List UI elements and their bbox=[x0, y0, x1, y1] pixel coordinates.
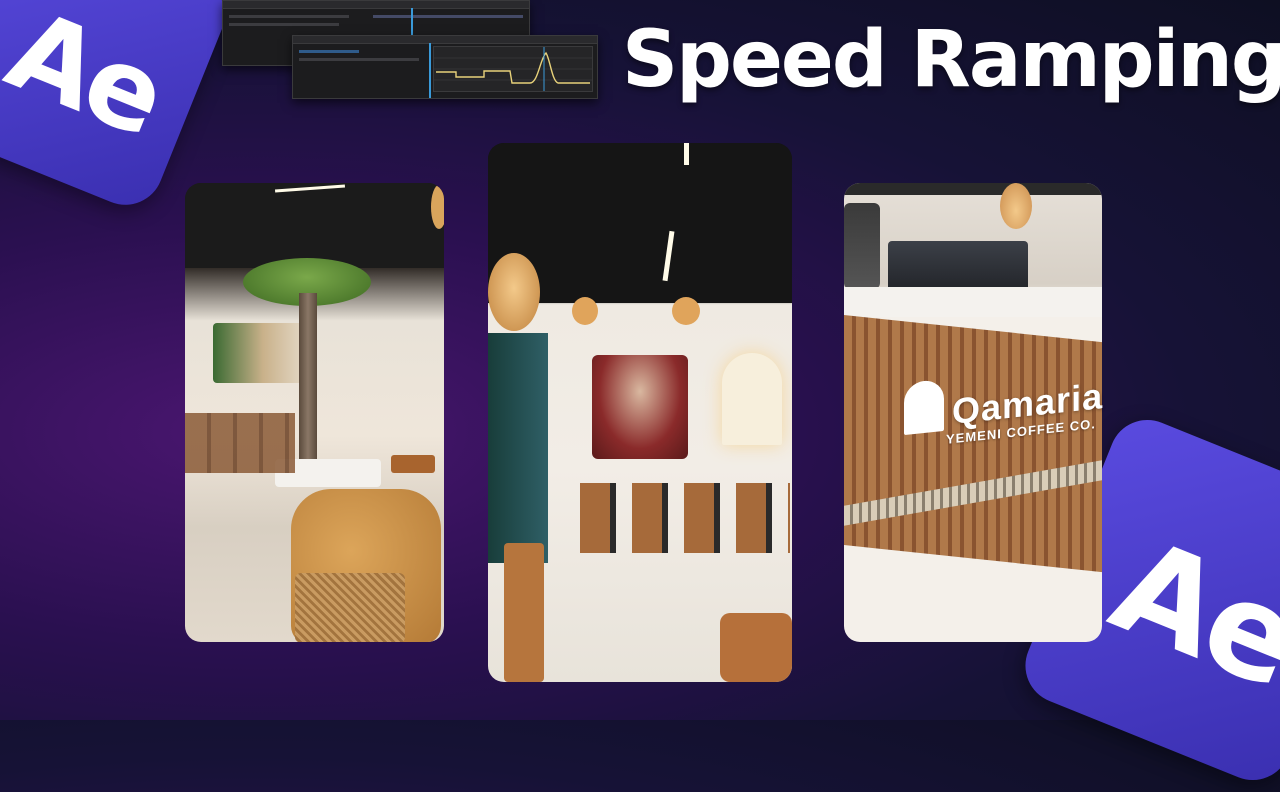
armchair-foreground bbox=[720, 613, 792, 682]
tree-trunk bbox=[299, 293, 317, 473]
armchair-rattan bbox=[295, 573, 405, 642]
bench bbox=[391, 455, 435, 473]
timeline-track bbox=[373, 15, 523, 18]
ae-logo-text: Ae bbox=[1093, 508, 1280, 718]
ceiling bbox=[844, 183, 1102, 195]
speed-graph-editor[interactable] bbox=[433, 46, 593, 92]
tables-and-chairs bbox=[185, 413, 295, 473]
timeline-layer-row bbox=[229, 23, 339, 26]
ae-logo-text: Ae bbox=[0, 0, 180, 161]
timeline-divider bbox=[429, 43, 431, 98]
pendant-lamp bbox=[488, 253, 540, 331]
tables-and-chairs bbox=[580, 483, 790, 553]
cafe-interior-mural-photo bbox=[488, 143, 792, 682]
window bbox=[488, 333, 548, 563]
speed-curve-graph bbox=[434, 47, 592, 91]
timeline-layer-row bbox=[299, 58, 419, 61]
pendant-lamp bbox=[572, 297, 598, 325]
brand-logo-mark bbox=[904, 378, 944, 436]
counter-top bbox=[844, 287, 1102, 317]
pendant-lamp bbox=[1000, 183, 1032, 229]
pendant-lamp bbox=[431, 185, 444, 229]
timeline-screenshot-front bbox=[292, 35, 598, 99]
wall-mural bbox=[213, 323, 313, 383]
grinder bbox=[844, 203, 880, 289]
cafe-interior-tree-photo bbox=[185, 183, 444, 642]
lit-arch-niche bbox=[722, 353, 782, 445]
timecode-display bbox=[299, 50, 359, 53]
timeline-toolbar bbox=[293, 36, 597, 44]
ceiling-light bbox=[684, 143, 689, 165]
pendant-lamp bbox=[672, 297, 700, 325]
ceiling bbox=[185, 183, 444, 268]
timeline-layer-row bbox=[229, 15, 349, 18]
chair-foreground bbox=[504, 543, 544, 682]
page-title: Speed Ramping bbox=[622, 15, 1280, 105]
timeline-toolbar bbox=[223, 1, 529, 9]
portrait-mural bbox=[592, 355, 688, 459]
